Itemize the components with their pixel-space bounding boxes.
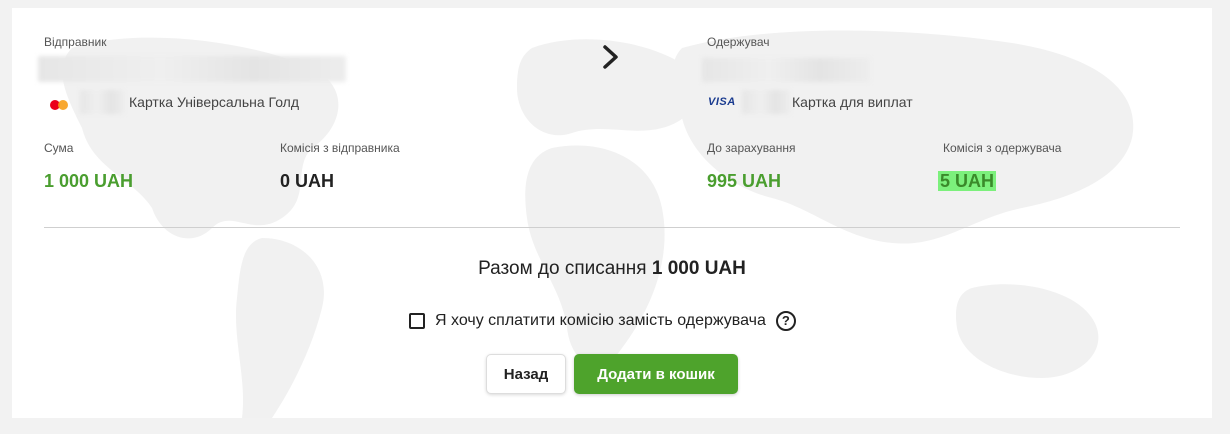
recipient-fee-label: Комісія з одержувача (943, 141, 1062, 155)
sender-name-redacted (38, 56, 346, 82)
pay-fee-label[interactable]: Я хочу сплатити комісію замість одержува… (435, 312, 766, 330)
sender-fee-label: Комісія з відправника (280, 141, 400, 155)
total-line: Разом до списання 1 000 UAH (12, 258, 1212, 280)
transfer-summary-panel: Відправник Картка Універсальна Голд Одер… (12, 8, 1212, 418)
recipient-fee-value: 5 UAH (938, 171, 997, 191)
sender-card-number-redacted (80, 90, 124, 114)
help-icon[interactable]: ? (775, 311, 796, 331)
visa-icon: VISA (708, 96, 736, 108)
recipient-card-name: Картка для виплат (792, 94, 913, 110)
credit-label: До зарахування (707, 141, 796, 155)
total-label: Разом до списання (478, 258, 647, 279)
credit-value: 995 UAH (707, 171, 782, 191)
sum-value: 1 000 UAH (44, 171, 134, 191)
back-button[interactable]: Назад (486, 354, 566, 394)
pay-fee-option[interactable]: Я хочу сплатити комісію замість одержува… (409, 310, 796, 332)
sender-card-name: Картка Універсальна Голд (129, 94, 300, 110)
sender-label: Відправник (44, 35, 107, 49)
recipient-card-number-redacted (742, 90, 790, 114)
recipient-fee-value-wrapper: 5 UAH (938, 171, 997, 192)
mastercard-icon (50, 100, 68, 110)
recipient-label: Одержувач (707, 35, 770, 49)
sum-label: Сума (44, 141, 74, 155)
chevron-right-icon (603, 45, 618, 69)
sender-fee-value: 0 UAH (280, 171, 335, 191)
pay-fee-checkbox[interactable] (409, 313, 425, 329)
total-value: 1 000 UAH (651, 258, 746, 279)
divider (44, 227, 1180, 228)
recipient-name-redacted (702, 58, 870, 82)
add-to-cart-button[interactable]: Додати в кошик (574, 354, 738, 394)
